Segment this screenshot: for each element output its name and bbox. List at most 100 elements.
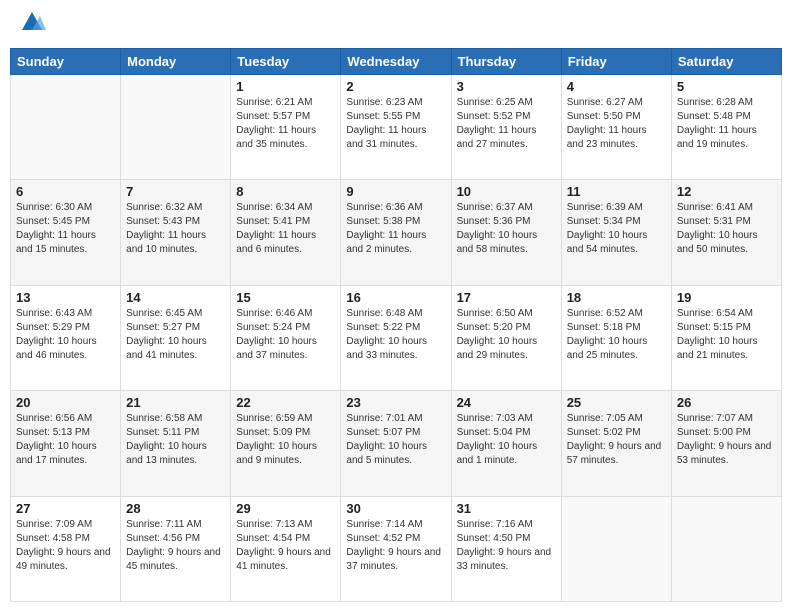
calendar-cell: 26 Sunrise: 7:07 AM Sunset: 5:00 PM Dayli… xyxy=(671,391,781,496)
day-info: Sunrise: 6:56 AM Sunset: 5:13 PM Dayligh… xyxy=(16,412,115,468)
day-info: Sunrise: 6:50 AM Sunset: 5:20 PM Dayligh… xyxy=(457,307,556,363)
day-number: 5 xyxy=(677,79,776,94)
day-info: Sunrise: 6:30 AM Sunset: 5:45 PM Dayligh… xyxy=(16,201,115,257)
day-number: 1 xyxy=(236,79,335,94)
day-number: 26 xyxy=(677,395,776,410)
calendar-cell: 18 Sunrise: 6:52 AM Sunset: 5:18 PM Dayli… xyxy=(561,285,671,390)
calendar-cell: 30 Sunrise: 7:14 AM Sunset: 4:52 PM Dayli… xyxy=(341,496,451,601)
day-info: Sunrise: 6:58 AM Sunset: 5:11 PM Dayligh… xyxy=(126,412,225,468)
week-row-5: 27 Sunrise: 7:09 AM Sunset: 4:58 PM Dayli… xyxy=(11,496,782,601)
weekday-header-tuesday: Tuesday xyxy=(231,49,341,75)
calendar-cell: 27 Sunrise: 7:09 AM Sunset: 4:58 PM Dayli… xyxy=(11,496,121,601)
calendar-cell: 29 Sunrise: 7:13 AM Sunset: 4:54 PM Dayli… xyxy=(231,496,341,601)
day-number: 18 xyxy=(567,290,666,305)
day-info: Sunrise: 6:36 AM Sunset: 5:38 PM Dayligh… xyxy=(346,201,445,257)
day-info: Sunrise: 6:37 AM Sunset: 5:36 PM Dayligh… xyxy=(457,201,556,257)
calendar-cell: 17Sunrise: 6:50 AM Sunset: 5:20 PM Dayli… xyxy=(451,285,561,390)
weekday-header-thursday: Thursday xyxy=(451,49,561,75)
day-number: 21 xyxy=(126,395,225,410)
day-number: 22 xyxy=(236,395,335,410)
day-number: 10 xyxy=(457,184,556,199)
day-info: Sunrise: 6:45 AM Sunset: 5:27 PM Dayligh… xyxy=(126,307,225,363)
day-number: 29 xyxy=(236,501,335,516)
day-info: Sunrise: 6:54 AM Sunset: 5:15 PM Dayligh… xyxy=(677,307,776,363)
day-number: 3 xyxy=(457,79,556,94)
day-number: 28 xyxy=(126,501,225,516)
day-number: 16 xyxy=(346,290,445,305)
calendar-cell: 25Sunrise: 7:05 AM Sunset: 5:02 PM Dayli… xyxy=(561,391,671,496)
day-info: Sunrise: 6:27 AM Sunset: 5:50 PM Dayligh… xyxy=(567,96,666,152)
calendar-cell: 31Sunrise: 7:16 AM Sunset: 4:50 PM Dayli… xyxy=(451,496,561,601)
calendar-cell: 23 Sunrise: 7:01 AM Sunset: 5:07 PM Dayli… xyxy=(341,391,451,496)
day-number: 25 xyxy=(567,395,666,410)
weekday-header-wednesday: Wednesday xyxy=(341,49,451,75)
day-info: Sunrise: 7:07 AM Sunset: 5:00 PM Dayligh… xyxy=(677,412,776,468)
week-row-3: 13 Sunrise: 6:43 AM Sunset: 5:29 PM Dayli… xyxy=(11,285,782,390)
day-number: 4 xyxy=(567,79,666,94)
calendar-cell: 24Sunrise: 7:03 AM Sunset: 5:04 PM Dayli… xyxy=(451,391,561,496)
day-info: Sunrise: 6:41 AM Sunset: 5:31 PM Dayligh… xyxy=(677,201,776,257)
day-info: Sunrise: 6:28 AM Sunset: 5:48 PM Dayligh… xyxy=(677,96,776,152)
calendar-cell: 9Sunrise: 6:36 AM Sunset: 5:38 PM Daylig… xyxy=(341,180,451,285)
calendar-cell: 1 Sunrise: 6:21 AM Sunset: 5:57 PM Daylig… xyxy=(231,75,341,180)
day-number: 12 xyxy=(677,184,776,199)
day-number: 8 xyxy=(236,184,335,199)
day-number: 24 xyxy=(457,395,556,410)
calendar-cell: 20 Sunrise: 6:56 AM Sunset: 5:13 PM Dayli… xyxy=(11,391,121,496)
day-info: Sunrise: 6:59 AM Sunset: 5:09 PM Dayligh… xyxy=(236,412,335,468)
weekday-header-sunday: Sunday xyxy=(11,49,121,75)
day-info: Sunrise: 7:16 AM Sunset: 4:50 PM Dayligh… xyxy=(457,518,556,574)
calendar-cell: 13 Sunrise: 6:43 AM Sunset: 5:29 PM Dayli… xyxy=(11,285,121,390)
day-number: 20 xyxy=(16,395,115,410)
day-info: Sunrise: 6:21 AM Sunset: 5:57 PM Dayligh… xyxy=(236,96,335,152)
calendar-cell: 8 Sunrise: 6:34 AM Sunset: 5:41 PM Daylig… xyxy=(231,180,341,285)
calendar-cell: 28 Sunrise: 7:11 AM Sunset: 4:56 PM Dayli… xyxy=(121,496,231,601)
calendar-cell: 7 Sunrise: 6:32 AM Sunset: 5:43 PM Daylig… xyxy=(121,180,231,285)
day-number: 23 xyxy=(346,395,445,410)
day-number: 7 xyxy=(126,184,225,199)
calendar-cell: 10 Sunrise: 6:37 AM Sunset: 5:36 PM Dayli… xyxy=(451,180,561,285)
day-info: Sunrise: 6:25 AM Sunset: 5:52 PM Dayligh… xyxy=(457,96,556,152)
page: SundayMondayTuesdayWednesdayThursdayFrid… xyxy=(0,0,792,612)
day-info: Sunrise: 7:09 AM Sunset: 4:58 PM Dayligh… xyxy=(16,518,115,574)
calendar-cell xyxy=(671,496,781,601)
weekday-header-saturday: Saturday xyxy=(671,49,781,75)
calendar-cell: 14 Sunrise: 6:45 AM Sunset: 5:27 PM Dayli… xyxy=(121,285,231,390)
calendar-cell: 5 Sunrise: 6:28 AM Sunset: 5:48 PM Daylig… xyxy=(671,75,781,180)
day-info: Sunrise: 7:11 AM Sunset: 4:56 PM Dayligh… xyxy=(126,518,225,574)
day-info: Sunrise: 6:48 AM Sunset: 5:22 PM Dayligh… xyxy=(346,307,445,363)
day-info: Sunrise: 6:52 AM Sunset: 5:18 PM Dayligh… xyxy=(567,307,666,363)
calendar-cell: 19 Sunrise: 6:54 AM Sunset: 5:15 PM Dayli… xyxy=(671,285,781,390)
calendar-cell: 12 Sunrise: 6:41 AM Sunset: 5:31 PM Dayli… xyxy=(671,180,781,285)
calendar-cell: 4 Sunrise: 6:27 AM Sunset: 5:50 PM Daylig… xyxy=(561,75,671,180)
day-info: Sunrise: 6:34 AM Sunset: 5:41 PM Dayligh… xyxy=(236,201,335,257)
day-number: 14 xyxy=(126,290,225,305)
day-info: Sunrise: 7:13 AM Sunset: 4:54 PM Dayligh… xyxy=(236,518,335,574)
calendar-cell: 2Sunrise: 6:23 AM Sunset: 5:55 PM Daylig… xyxy=(341,75,451,180)
calendar-cell xyxy=(11,75,121,180)
week-row-4: 20 Sunrise: 6:56 AM Sunset: 5:13 PM Dayli… xyxy=(11,391,782,496)
calendar-cell xyxy=(121,75,231,180)
day-info: Sunrise: 6:43 AM Sunset: 5:29 PM Dayligh… xyxy=(16,307,115,363)
week-row-2: 6Sunrise: 6:30 AM Sunset: 5:45 PM Daylig… xyxy=(11,180,782,285)
calendar-cell: 3 Sunrise: 6:25 AM Sunset: 5:52 PM Daylig… xyxy=(451,75,561,180)
calendar-cell: 16 Sunrise: 6:48 AM Sunset: 5:22 PM Dayli… xyxy=(341,285,451,390)
calendar-cell: 22 Sunrise: 6:59 AM Sunset: 5:09 PM Dayli… xyxy=(231,391,341,496)
weekday-header-friday: Friday xyxy=(561,49,671,75)
logo xyxy=(16,14,46,36)
calendar-cell: 11Sunrise: 6:39 AM Sunset: 5:34 PM Dayli… xyxy=(561,180,671,285)
day-info: Sunrise: 6:46 AM Sunset: 5:24 PM Dayligh… xyxy=(236,307,335,363)
day-info: Sunrise: 6:32 AM Sunset: 5:43 PM Dayligh… xyxy=(126,201,225,257)
day-number: 13 xyxy=(16,290,115,305)
weekday-header-monday: Monday xyxy=(121,49,231,75)
day-info: Sunrise: 6:23 AM Sunset: 5:55 PM Dayligh… xyxy=(346,96,445,152)
day-info: Sunrise: 7:01 AM Sunset: 5:07 PM Dayligh… xyxy=(346,412,445,468)
calendar-cell: 21 Sunrise: 6:58 AM Sunset: 5:11 PM Dayli… xyxy=(121,391,231,496)
day-number: 19 xyxy=(677,290,776,305)
week-row-1: 1 Sunrise: 6:21 AM Sunset: 5:57 PM Daylig… xyxy=(11,75,782,180)
day-number: 30 xyxy=(346,501,445,516)
day-number: 27 xyxy=(16,501,115,516)
day-number: 11 xyxy=(567,184,666,199)
day-info: Sunrise: 7:14 AM Sunset: 4:52 PM Dayligh… xyxy=(346,518,445,574)
calendar-table: SundayMondayTuesdayWednesdayThursdayFrid… xyxy=(10,48,782,602)
